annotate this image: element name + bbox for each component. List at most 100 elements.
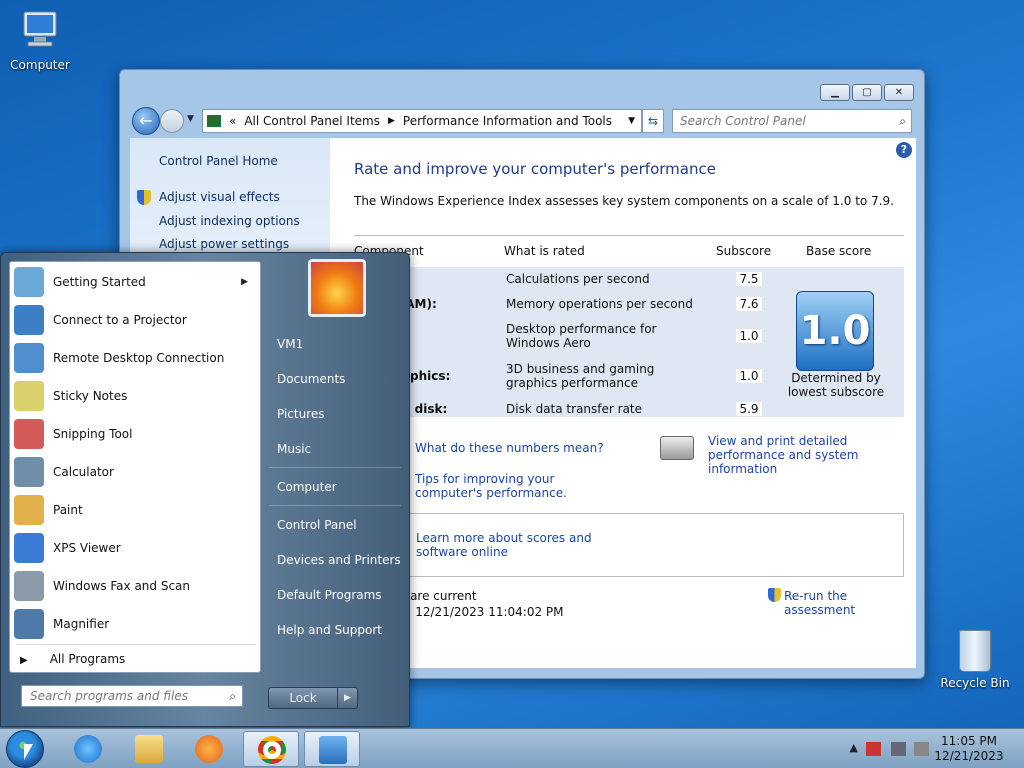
row-what: Disk data transfer rate: [506, 402, 643, 416]
shield-icon: [768, 588, 781, 602]
media-player-icon: [195, 735, 223, 763]
chrome-icon: [258, 736, 286, 764]
address-bar[interactable]: « All Control Panel Items ▶ Performance …: [202, 109, 642, 133]
desktop-icon-computer[interactable]: Computer: [2, 10, 78, 72]
start-search-input[interactable]: Search programs and files: [30, 689, 188, 703]
show-hidden-icons-button[interactable]: ▲: [850, 741, 858, 754]
lock-label: Lock: [289, 691, 317, 705]
row-what: Desktop performance for Windows Aero: [506, 322, 657, 350]
score-table: : Calculations per second 7.5 RAM): Memo…: [354, 267, 904, 417]
remote-desktop-icon: [14, 343, 44, 373]
forward-button[interactable]: [160, 109, 184, 133]
search-box[interactable]: Search Control Panel ⌕: [672, 109, 912, 133]
close-button[interactable]: ✕: [884, 84, 914, 101]
taskbar: ▲ 11:05 PM 12/21/2023: [0, 728, 1024, 768]
intro-text: The Windows Experience Index assesses ke…: [354, 194, 894, 208]
program-label: Connect to a Projector: [53, 313, 187, 327]
program-label: Windows Fax and Scan: [53, 579, 191, 593]
back-button[interactable]: ←: [132, 107, 160, 135]
program-snipping-tool[interactable]: Snipping Tool: [14, 416, 258, 452]
view-print-details-link[interactable]: View and print detailed performance and …: [708, 434, 908, 476]
all-programs-item[interactable]: ▶ All Programs: [20, 652, 125, 666]
navigation-bar: ← ▼ « All Control Panel Items ▶ Performa…: [130, 106, 914, 136]
volume-muted-icon[interactable]: [914, 742, 929, 756]
learn-more-link[interactable]: Learn more about scores and software onl…: [416, 531, 636, 559]
projector-icon: [14, 305, 44, 335]
program-magnifier[interactable]: Magnifier: [14, 606, 258, 642]
submenu-arrow-icon[interactable]: ▶: [241, 277, 248, 287]
user-folder-link[interactable]: VM1: [277, 337, 303, 351]
music-link[interactable]: Music: [277, 442, 311, 456]
taskbar-chrome[interactable]: [243, 731, 299, 767]
search-icon[interactable]: ⌕: [899, 114, 906, 129]
adjust-power-link[interactable]: Adjust power settings: [159, 237, 289, 251]
desktop-icon-recycle-bin[interactable]: Recycle Bin: [940, 630, 1010, 690]
program-label: Paint: [53, 503, 83, 517]
program-label: Calculator: [53, 465, 114, 479]
program-paint[interactable]: Paint: [14, 492, 258, 528]
taskbar-control-panel[interactable]: [304, 731, 360, 767]
clock[interactable]: 11:05 PM 12/21/2023: [934, 734, 1004, 764]
help-support-link[interactable]: Help and Support: [277, 623, 382, 637]
lock-button[interactable]: Lock ▶: [268, 687, 358, 709]
start-search-box[interactable]: Search programs and files ⌕: [21, 685, 243, 707]
sticky-notes-icon: [14, 381, 44, 411]
header-what-is-rated: What is rated: [504, 244, 585, 258]
divider: [269, 467, 401, 468]
tips-improving-link[interactable]: Tips for improving your computer's perfo…: [415, 472, 625, 500]
recycle-bin-icon: [959, 630, 991, 672]
breadcrumb-separator-icon[interactable]: ▶: [388, 116, 395, 126]
help-icon[interactable]: ?: [896, 142, 912, 158]
breadcrumb-performance[interactable]: Performance Information and Tools: [403, 114, 612, 128]
address-dropdown-icon[interactable]: ▼: [628, 116, 635, 126]
header-base-score: Base score: [806, 244, 872, 258]
taskbar-file-explorer[interactable]: [121, 731, 177, 767]
internet-explorer-icon: [74, 735, 102, 763]
action-center-flag-icon[interactable]: [866, 742, 881, 756]
program-getting-started[interactable]: Getting Started ▶: [14, 264, 258, 300]
program-label: Remote Desktop Connection: [53, 351, 225, 365]
printer-icon: [660, 436, 694, 460]
documents-link[interactable]: Documents: [277, 372, 345, 386]
control-panel-link[interactable]: Control Panel: [277, 518, 357, 532]
row-subscore: 1.0: [736, 329, 762, 343]
row-subscore: 5.9: [736, 402, 762, 416]
program-label: Sticky Notes: [53, 389, 128, 403]
recent-pages-dropdown[interactable]: ▼: [187, 114, 194, 124]
control-panel-home-link[interactable]: Control Panel Home: [159, 154, 278, 168]
program-fax-scan[interactable]: Windows Fax and Scan: [14, 568, 258, 604]
minimize-button[interactable]: ▁: [820, 84, 850, 101]
search-icon[interactable]: ⌕: [229, 686, 236, 706]
control-panel-icon: [207, 115, 221, 127]
program-connect-projector[interactable]: Connect to a Projector: [14, 302, 258, 338]
refresh-button[interactable]: ⇆: [642, 109, 664, 133]
row-subscore: 1.0: [736, 369, 762, 383]
shutdown-options-arrow-icon[interactable]: ▶: [337, 688, 357, 708]
program-sticky-notes[interactable]: Sticky Notes: [14, 378, 258, 414]
program-calculator[interactable]: Calculator: [14, 454, 258, 490]
program-xps-viewer[interactable]: XPS Viewer: [14, 530, 258, 566]
computer-link[interactable]: Computer: [277, 480, 337, 494]
taskbar-media-player[interactable]: [181, 731, 237, 767]
what-numbers-mean-link[interactable]: What do these numbers mean?: [415, 441, 604, 455]
user-avatar[interactable]: [308, 259, 366, 317]
page-title: Rate and improve your computer's perform…: [354, 160, 716, 178]
network-icon[interactable]: [891, 742, 906, 756]
default-programs-link[interactable]: Default Programs: [277, 588, 382, 602]
breadcrumb-all-items[interactable]: All Control Panel Items: [244, 114, 380, 128]
search-input[interactable]: Search Control Panel: [680, 114, 806, 128]
rerun-assessment-link[interactable]: Re-run the assessment: [784, 589, 916, 617]
devices-printers-link[interactable]: Devices and Printers: [277, 553, 401, 567]
breadcrumb-prefix[interactable]: «: [229, 114, 236, 128]
calculator-icon: [14, 457, 44, 487]
base-score-caption: Determined by lowest subscore: [787, 371, 885, 399]
taskbar-internet-explorer[interactable]: [60, 731, 116, 767]
all-programs-label: All Programs: [49, 652, 126, 666]
divider: [16, 644, 256, 645]
adjust-visual-effects-link[interactable]: Adjust visual effects: [159, 190, 280, 204]
shield-icon: [137, 190, 151, 205]
pictures-link[interactable]: Pictures: [277, 407, 325, 421]
maximize-button[interactable]: ▢: [852, 84, 882, 101]
adjust-indexing-link[interactable]: Adjust indexing options: [159, 214, 300, 228]
program-remote-desktop[interactable]: Remote Desktop Connection: [14, 340, 258, 376]
